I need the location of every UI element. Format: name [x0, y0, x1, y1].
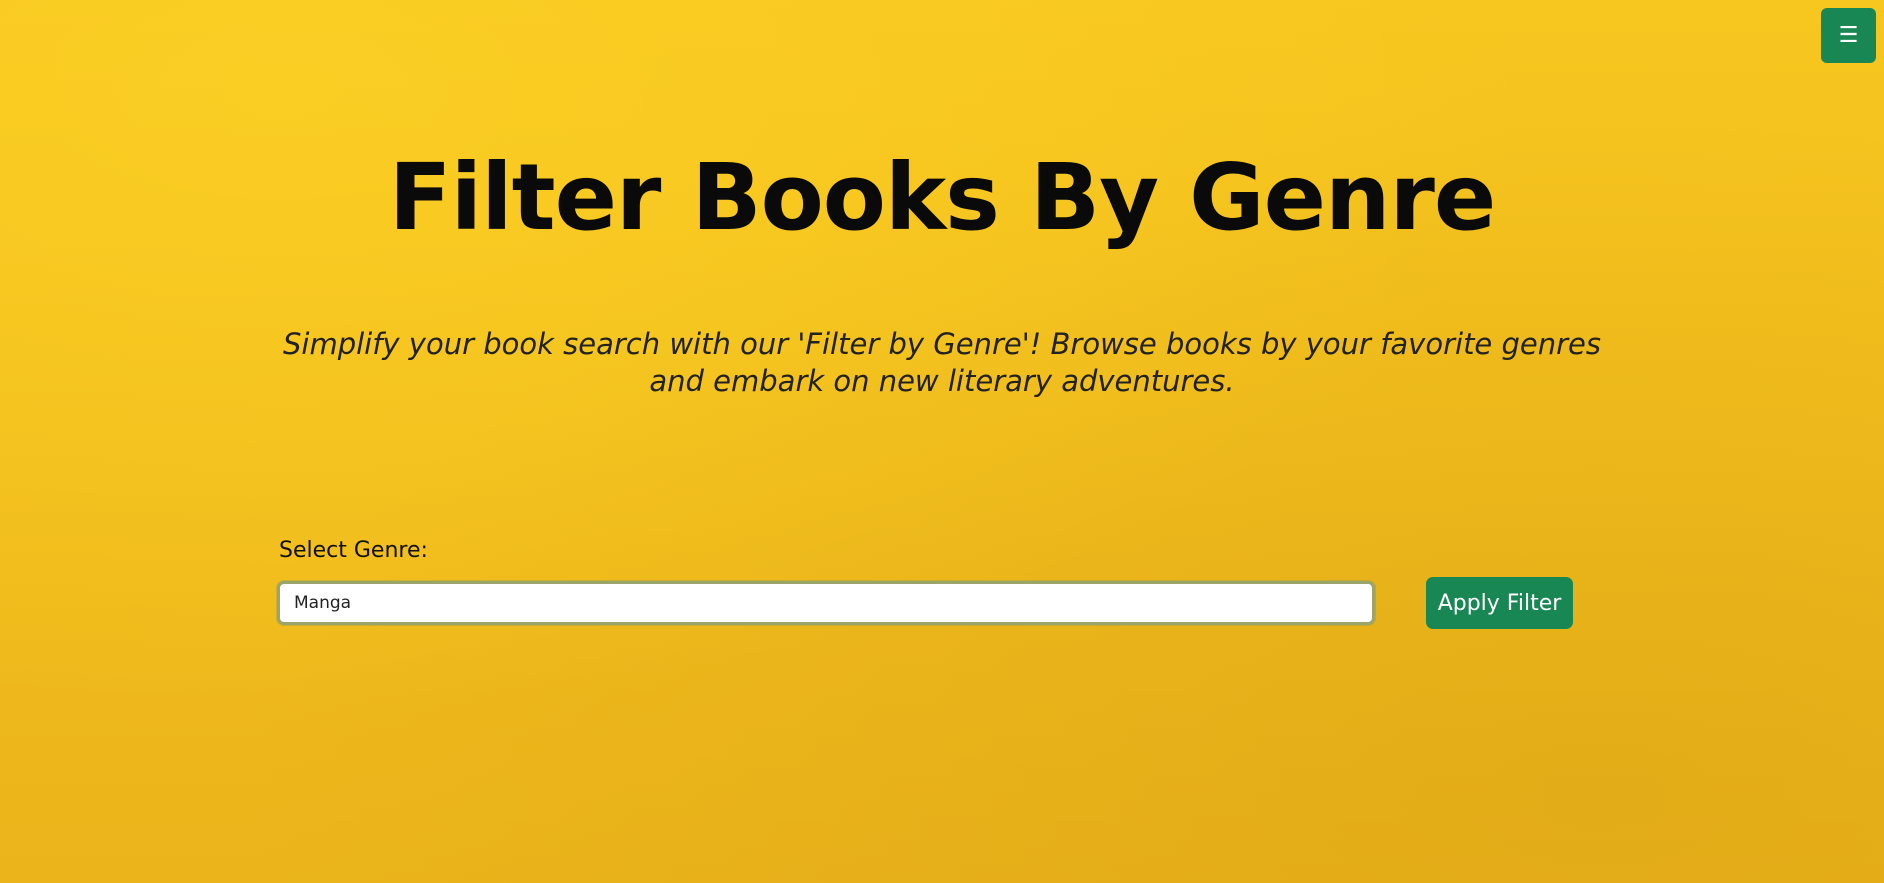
filter-row: Apply Filter: [277, 577, 1577, 629]
page-subtitle: Simplify your book search with our 'Filt…: [282, 327, 1601, 398]
genre-filter-form: Select Genre: Apply Filter: [277, 538, 1577, 629]
hamburger-menu-icon: ☰: [1838, 23, 1859, 48]
genre-label: Select Genre:: [279, 538, 428, 563]
genre-input[interactable]: [277, 581, 1375, 625]
hero-section: Filter Books By Genre: [0, 138, 1884, 258]
page-title: Filter Books By Genre: [388, 144, 1497, 251]
menu-button[interactable]: ☰: [1821, 8, 1876, 63]
apply-filter-button[interactable]: Apply Filter: [1426, 577, 1573, 629]
